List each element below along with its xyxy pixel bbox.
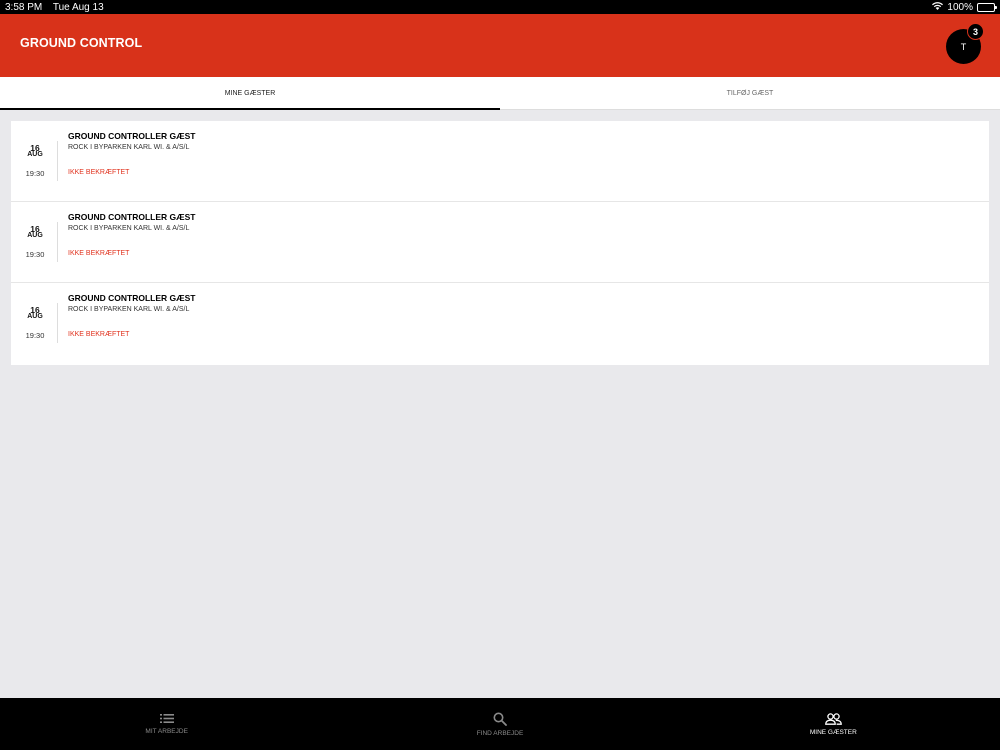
tab-bar: MINE GÆSTER TILFØJ GÆST: [0, 77, 1000, 110]
tab-tilfoej-gaest[interactable]: TILFØJ GÆST: [500, 77, 1000, 109]
guest-card[interactable]: 16 AUG 19:30 GROUND CONTROLLER GÆST ROCK…: [11, 283, 989, 365]
people-icon: [824, 712, 842, 725]
event-venue: ROCK I BYPARKEN KARL WI. & A/S/L: [68, 225, 190, 232]
app-header: GROUND CONTROL T 3: [0, 14, 1000, 77]
app-title: GROUND CONTROL: [20, 36, 143, 50]
event-time: 19:30: [25, 250, 45, 259]
nav-mit-arbejde[interactable]: MIT ARBEJDE: [0, 698, 333, 750]
guest-card[interactable]: 16 AUG 19:30 GROUND CONTROLLER GÆST ROCK…: [11, 121, 989, 202]
event-date: 16 AUG 19:30: [11, 121, 59, 201]
status-label: IKKE BEKRÆFTET: [68, 169, 130, 176]
divider: [57, 303, 58, 343]
status-bar: 3:58 PM Tue Aug 13 100%: [0, 0, 1000, 14]
event-date: 16 AUG 19:30: [11, 202, 59, 282]
nav-mine-gaester[interactable]: MINE GÆSTER: [667, 698, 1000, 750]
notification-badge: 3: [967, 23, 984, 40]
status-label: IKKE BEKRÆFTET: [68, 331, 130, 338]
guest-name: GROUND CONTROLLER GÆST: [68, 212, 196, 222]
event-month: AUG: [27, 151, 43, 158]
tab-mine-gaester[interactable]: MINE GÆSTER: [0, 77, 500, 110]
status-time: 3:58 PM: [5, 1, 43, 13]
nav-label: MIT ARBEJDE: [145, 728, 188, 735]
status-date: Tue Aug 13: [52, 1, 104, 13]
event-month: AUG: [27, 313, 43, 320]
nav-find-arbejde[interactable]: FIND ARBEJDE: [333, 698, 666, 750]
event-venue: ROCK I BYPARKEN KARL WI. & A/S/L: [68, 144, 190, 151]
list-icon: [159, 713, 174, 724]
battery-icon: [977, 2, 997, 12]
guest-list: 16 AUG 19:30 GROUND CONTROLLER GÆST ROCK…: [11, 121, 989, 365]
bottom-nav: MIT ARBEJDE FIND ARBEJDE MINE GÆSTER: [0, 698, 1000, 750]
divider: [57, 222, 58, 262]
battery-percent: 100%: [947, 1, 973, 13]
event-date: 16 AUG 19:30: [11, 283, 59, 365]
wifi-icon: [932, 1, 944, 13]
divider: [57, 141, 58, 181]
event-venue: ROCK I BYPARKEN KARL WI. & A/S/L: [68, 306, 190, 313]
status-label: IKKE BEKRÆFTET: [68, 250, 130, 257]
search-icon: [493, 712, 507, 726]
nav-label: MINE GÆSTER: [809, 728, 857, 736]
event-time: 19:30: [25, 331, 45, 340]
guest-name: GROUND CONTROLLER GÆST: [68, 293, 196, 303]
nav-label: FIND ARBEJDE: [476, 729, 524, 737]
guest-name: GROUND CONTROLLER GÆST: [68, 131, 196, 141]
event-month: AUG: [27, 232, 43, 239]
event-time: 19:30: [25, 169, 45, 178]
guest-card[interactable]: 16 AUG 19:30 GROUND CONTROLLER GÆST ROCK…: [11, 202, 989, 283]
